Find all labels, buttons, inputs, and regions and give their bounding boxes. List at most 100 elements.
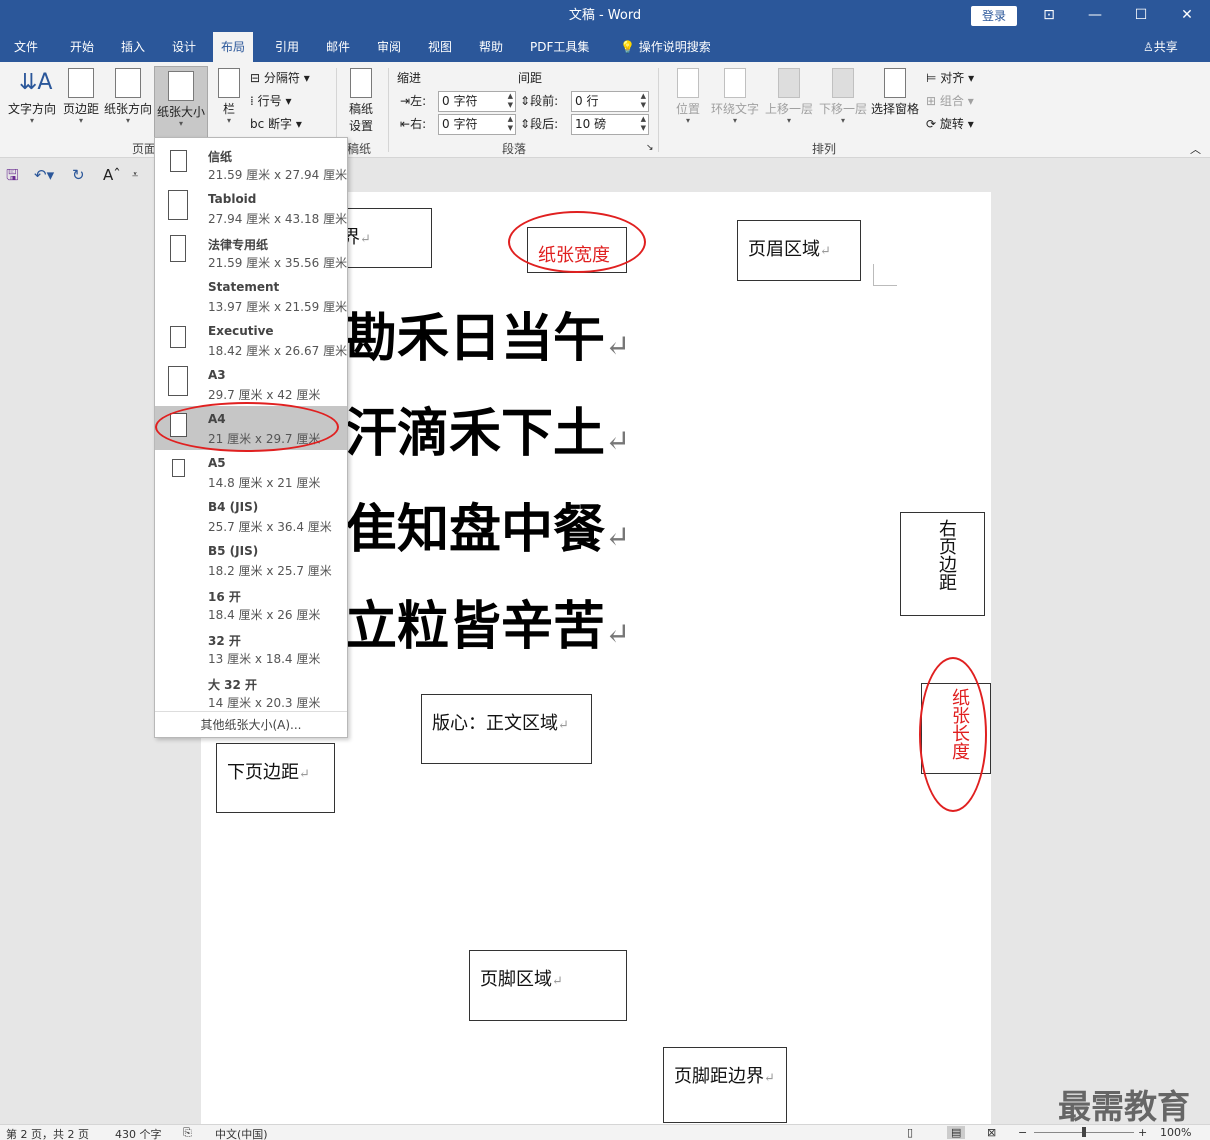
indent-left-icon: ⇥ [400, 94, 411, 108]
selection-pane-label: 选择窗格 [870, 102, 919, 116]
paper-size-32k[interactable]: 32 开 13 厘米 x 18.4 厘米 [155, 626, 347, 670]
tab-mailings[interactable]: 邮件 [318, 32, 358, 62]
dropdown-separator [155, 711, 347, 712]
manuscript-icon [350, 68, 372, 98]
zoom-in-icon[interactable]: + [1138, 1126, 1147, 1139]
paragraph-dialog-launcher-icon[interactable]: ↘ [646, 142, 654, 154]
paper-length-highlight [919, 657, 987, 812]
tab-references[interactable]: 引用 [267, 32, 307, 62]
paper-size-statement[interactable]: Statement 13.97 厘米 x 21.59 厘米 [155, 274, 347, 318]
close-icon[interactable]: ✕ [1164, 0, 1210, 32]
print-layout-icon[interactable]: ▤ [947, 1126, 966, 1139]
tab-insert[interactable]: 插入 [113, 32, 153, 62]
zoom-slider-thumb[interactable] [1082, 1127, 1086, 1137]
tab-design[interactable]: 设计 [164, 32, 204, 62]
poem-line-2[interactable]: 汗滴禾下土↵ [345, 391, 630, 466]
spinner-arrows-icon[interactable]: ▲ ▼ [641, 115, 646, 133]
redo-icon[interactable]: ↻ [72, 166, 85, 184]
poem-line-4[interactable]: 立粒皆辛苦↵ [345, 584, 630, 659]
customize-qat-icon[interactable]: ⩡ [132, 166, 138, 184]
paper-size-name: Tabloid [208, 192, 257, 206]
tab-layout[interactable]: 布局 [213, 32, 254, 62]
paper-size-a3[interactable]: A3 29.7 厘米 x 42 厘米 [155, 362, 347, 406]
margins-label: 页边距 [62, 102, 99, 116]
paper-size-name: Statement [208, 280, 280, 294]
tab-review[interactable]: 审阅 [369, 32, 409, 62]
collapse-ribbon-icon[interactable]: ︿ [1190, 140, 1201, 160]
bottom-margin-box[interactable]: 下页边距↵ [216, 743, 335, 813]
paper-size-16k[interactable]: 16 开 18.4 厘米 x 26 厘米 [155, 582, 347, 626]
paper-size-executive[interactable]: Executive 18.42 厘米 x 26.67 厘米 [155, 318, 347, 362]
orientation-button[interactable]: 纸张方向 ▾ [102, 68, 154, 125]
tab-view[interactable]: 视图 [420, 32, 460, 62]
group-objects-button[interactable]: ⊞ 组合 ▾ [926, 91, 974, 111]
font-grow-icon[interactable]: Aˆ [103, 166, 121, 184]
manuscript-button[interactable]: 稿纸 设置 [342, 68, 380, 134]
paper-size-legal[interactable]: 法律专用纸 21.59 厘米 x 35.56 厘米 [155, 230, 347, 274]
paper-size-tabloid[interactable]: Tabloid 27.94 厘米 x 43.18 厘米 [155, 186, 347, 230]
poem-line-1[interactable]: 勘禾日当午↵ [345, 296, 630, 371]
paper-size-large-32k[interactable]: 大 32 开 14 厘米 x 20.3 厘米 [155, 670, 347, 714]
minimize-icon[interactable]: — [1072, 0, 1118, 32]
page-count[interactable]: 第 2 页，共 2 页 [6, 1126, 89, 1140]
bring-forward-button[interactable]: 上移一层 ▾ [762, 68, 816, 125]
zoom-level[interactable]: 100% [1160, 1126, 1191, 1139]
body-area-box[interactable]: 版心：正文区域↵ [421, 694, 592, 764]
size-button[interactable]: 纸张大小 ▾ [154, 66, 208, 138]
language-indicator[interactable]: 中文(中国) [215, 1126, 268, 1140]
text-direction-button[interactable]: ⇊A 文字方向 ▾ [6, 68, 58, 125]
margins-button[interactable]: 页边距 ▾ [60, 68, 102, 125]
chevron-down-icon: ▾ [685, 116, 690, 125]
line-numbers-button[interactable]: ⁞ 行号 ▾ [250, 91, 292, 111]
poem-line-3[interactable]: 隹知盘中餐↵ [345, 487, 630, 562]
spinner-arrows-icon[interactable]: ▲ ▼ [508, 115, 513, 133]
read-mode-icon[interactable]: ▯ [907, 1126, 913, 1139]
zoom-out-icon[interactable]: − [1018, 1126, 1027, 1139]
text-direction-icon: ⇊A [19, 70, 53, 95]
tell-me-search[interactable]: 💡 操作说明搜索 [612, 32, 719, 62]
ribbon-display-options-icon[interactable]: ⊡ [1026, 0, 1072, 32]
spinner-arrows-icon[interactable]: ▲ ▼ [508, 92, 513, 110]
word-count[interactable]: 430 个字 [115, 1126, 162, 1140]
paper-size-b4-jis[interactable]: B4 (JIS) 25.7 厘米 x 36.4 厘米 [155, 494, 347, 538]
indent-left-input[interactable]: 0 字符 ▲ ▼ [438, 91, 516, 112]
spacing-after-input[interactable]: 10 磅 ▲ ▼ [571, 114, 649, 135]
indent-right-input[interactable]: 0 字符 ▲ ▼ [438, 114, 516, 135]
selection-pane-button[interactable]: 选择窗格 [868, 68, 922, 117]
proofing-icon[interactable]: ⎘ [183, 1126, 192, 1140]
position-button[interactable]: 位置 ▾ [670, 68, 706, 125]
paper-size-a5[interactable]: A5 14.8 厘米 x 21 厘米 [155, 450, 347, 494]
footer-area-box[interactable]: 页脚区域↵ [469, 950, 627, 1021]
paper-size-dimensions: 21.59 厘米 x 27.94 厘米 [208, 168, 348, 182]
paper-size-letter[interactable]: 信纸 21.59 厘米 x 27.94 厘米 [155, 142, 347, 186]
spacing-before-input[interactable]: 0 行 ▲ ▼ [571, 91, 649, 112]
paper-size-dimensions: 13 厘米 x 18.4 厘米 [208, 652, 321, 666]
tab-pdf-tools[interactable]: PDF工具集 [522, 32, 597, 62]
header-area-box[interactable]: 页眉区域↵ [737, 220, 861, 281]
spinner-arrows-icon[interactable]: ▲ ▼ [641, 92, 646, 110]
spacing-before-value: 0 行 [575, 94, 599, 108]
footer-boundary-box[interactable]: 页脚距边界↵ [663, 1047, 787, 1123]
paper-size-dimensions: 27.94 厘米 x 43.18 厘米 [208, 212, 348, 226]
web-layout-icon[interactable]: ⊠ [987, 1126, 996, 1139]
indent-right-value: 0 字符 [442, 117, 478, 131]
paper-size-b5-jis[interactable]: B5 (JIS) 18.2 厘米 x 25.7 厘米 [155, 538, 347, 582]
undo-icon[interactable]: ↶▾ [34, 166, 54, 184]
maximize-icon[interactable]: ☐ [1118, 0, 1164, 32]
send-backward-button[interactable]: 下移一层 ▾ [816, 68, 870, 125]
breaks-button[interactable]: ⊟ 分隔符 ▾ [250, 68, 310, 88]
hyphenation-button[interactable]: bc 断字 ▾ [250, 114, 302, 134]
align-button[interactable]: ⊨ 对齐 ▾ [926, 68, 974, 88]
rotate-button[interactable]: ⟳ 旋转 ▾ [926, 114, 974, 134]
columns-button[interactable]: 栏 ▾ [212, 68, 246, 125]
more-paper-sizes[interactable]: 其他纸张大小(A)... [155, 716, 347, 733]
hyphenation-label: 断字 [268, 117, 293, 131]
save-icon[interactable]: 🖫 [6, 166, 19, 184]
right-margin-box[interactable]: 右页边距 [900, 512, 985, 616]
tab-home[interactable]: 开始 [62, 32, 102, 62]
share-button[interactable]: ♙共享 [1143, 32, 1178, 62]
tab-file[interactable]: 文件 [6, 32, 46, 62]
wrap-text-button[interactable]: 环绕文字 ▾ [708, 68, 762, 125]
login-button[interactable]: 登录 [971, 6, 1017, 26]
tab-help[interactable]: 帮助 [471, 32, 511, 62]
